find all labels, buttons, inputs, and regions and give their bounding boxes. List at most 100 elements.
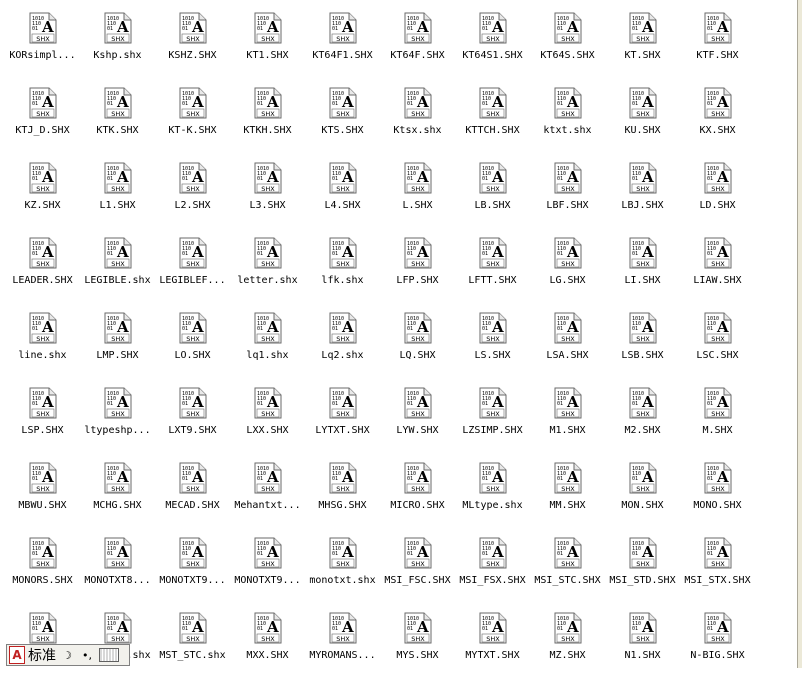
file-item[interactable]: 1010 110 01 A SHX MZ.SHX xyxy=(530,612,605,687)
file-item[interactable]: 1010 110 01 A SHX MON.SHX xyxy=(605,462,680,537)
file-item[interactable]: 1010 110 01 A SHX Kshp.shx xyxy=(80,12,155,87)
file-item[interactable]: 1010 110 01 A SHX KU.SHX xyxy=(605,87,680,162)
file-item[interactable]: 1010 110 01 A SHX MYS.SHX xyxy=(380,612,455,687)
file-item[interactable]: 1010 110 01 A SHX KSHZ.SHX xyxy=(155,12,230,87)
file-item[interactable]: 1010 110 01 A SHX LIAW.SHX xyxy=(680,237,755,312)
file-item[interactable]: 1010 110 01 A SHX lq1.shx xyxy=(230,312,305,387)
file-item[interactable]: 1010 110 01 A SHX MECAD.SHX xyxy=(155,462,230,537)
file-item[interactable]: 1010 110 01 A SHX LYTXT.SHX xyxy=(305,387,380,462)
file-item[interactable]: 1010 110 01 A SHX MM.SHX xyxy=(530,462,605,537)
file-item[interactable]: 1010 110 01 A SHX MICRO.SHX xyxy=(380,462,455,537)
svg-text:A: A xyxy=(266,93,279,111)
file-item[interactable]: 1010 110 01 A SHX ktxt.shx xyxy=(530,87,605,162)
file-item[interactable]: 1010 110 01 A SHX MONORS.SHX xyxy=(5,537,80,612)
svg-text:SHX: SHX xyxy=(486,410,500,418)
file-item[interactable]: 1010 110 01 A SHX LEGIBLEF... xyxy=(155,237,230,312)
file-item[interactable]: 1010 110 01 A SHX KTS.SHX xyxy=(305,87,380,162)
file-item[interactable]: 1010 110 01 A SHX KTKH.SHX xyxy=(230,87,305,162)
file-item[interactable]: 1010 110 01 A SHX L2.SHX xyxy=(155,162,230,237)
file-item[interactable]: 1010 110 01 A SHX N-BIG.SHX xyxy=(680,612,755,687)
file-item[interactable]: 1010 110 01 A SHX MONOTXT8... xyxy=(80,537,155,612)
file-item[interactable]: 1010 110 01 A SHX KORsimpl... xyxy=(5,12,80,87)
file-item[interactable]: 1010 110 01 A SHX KX.SHX xyxy=(680,87,755,162)
file-item[interactable]: 1010 110 01 A SHX LI.SHX xyxy=(605,237,680,312)
file-item[interactable]: 1010 110 01 A SHX LB.SHX xyxy=(455,162,530,237)
file-item[interactable]: 1010 110 01 A SHX KT64F.SHX xyxy=(380,12,455,87)
file-item[interactable]: 1010 110 01 A SHX letter.shx xyxy=(230,237,305,312)
file-item[interactable]: 1010 110 01 A SHX L4.SHX xyxy=(305,162,380,237)
file-item[interactable]: 1010 110 01 A SHX LS.SHX xyxy=(455,312,530,387)
file-item[interactable]: 1010 110 01 A SHX LBJ.SHX xyxy=(605,162,680,237)
file-item[interactable]: 1010 110 01 A SHX line.shx xyxy=(5,312,80,387)
file-item[interactable]: 1010 110 01 A SHX LG.SHX xyxy=(530,237,605,312)
file-item[interactable]: 1010 110 01 A SHX LSP.SHX xyxy=(5,387,80,462)
file-item[interactable]: 1010 110 01 A SHX LEGIBLE.shx xyxy=(80,237,155,312)
file-item[interactable]: 1010 110 01 A SHX MLtype.shx xyxy=(455,462,530,537)
file-item[interactable]: 1010 110 01 A SHX N1.SHX xyxy=(605,612,680,687)
file-item[interactable]: 1010 110 01 A SHX MSI_FSC.SHX xyxy=(380,537,455,612)
file-item[interactable]: 1010 110 01 A SHX lfk.shx xyxy=(305,237,380,312)
file-item[interactable]: 1010 110 01 A SHX LMP.SHX xyxy=(80,312,155,387)
ime-toolbar[interactable]: A 标准 ☽ •, xyxy=(6,644,130,666)
soft-keyboard-icon[interactable] xyxy=(99,648,119,662)
file-item[interactable]: 1010 110 01 A SHX LSB.SHX xyxy=(605,312,680,387)
file-item[interactable]: 1010 110 01 A SHX LO.SHX xyxy=(155,312,230,387)
file-item[interactable]: 1010 110 01 A SHX MYTXT.SHX xyxy=(455,612,530,687)
file-item[interactable]: 1010 110 01 A SHX LXT9.SHX xyxy=(155,387,230,462)
ime-punctuation-icon[interactable]: •, xyxy=(78,647,96,663)
file-item[interactable]: 1010 110 01 A SHX KT64S.SHX xyxy=(530,12,605,87)
file-item[interactable]: 1010 110 01 A SHX KT64S1.SHX xyxy=(455,12,530,87)
file-item[interactable]: 1010 110 01 A SHX KTK.SHX xyxy=(80,87,155,162)
svg-text:SHX: SHX xyxy=(486,335,500,343)
file-item[interactable]: 1010 110 01 A SHX Mehantxt... xyxy=(230,462,305,537)
file-item[interactable]: 1010 110 01 A SHX Ktsx.shx xyxy=(380,87,455,162)
file-item[interactable]: 1010 110 01 A SHX LD.SHX xyxy=(680,162,755,237)
ime-logo-icon[interactable]: A xyxy=(9,646,25,664)
svg-text:A: A xyxy=(341,468,354,486)
file-item[interactable]: 1010 110 01 A SHX monotxt.shx xyxy=(305,537,380,612)
file-item[interactable]: 1010 110 01 A SHX Lq2.shx xyxy=(305,312,380,387)
file-item[interactable]: 1010 110 01 A SHX KTJ_D.SHX xyxy=(5,87,80,162)
file-item[interactable]: 1010 110 01 A SHX MXX.SHX xyxy=(230,612,305,687)
file-item[interactable]: 1010 110 01 A SHX LSC.SHX xyxy=(680,312,755,387)
file-item[interactable]: 1010 110 01 A SHX L1.SHX xyxy=(80,162,155,237)
file-item[interactable]: 1010 110 01 A SHX MCHG.SHX xyxy=(80,462,155,537)
file-item[interactable]: 1010 110 01 A SHX LXX.SHX xyxy=(230,387,305,462)
file-item[interactable]: 1010 110 01 A SHX L.SHX xyxy=(380,162,455,237)
file-item[interactable]: 1010 110 01 A SHX LBF.SHX xyxy=(530,162,605,237)
file-item[interactable]: 1010 110 01 A SHX MYROMANS... xyxy=(305,612,380,687)
file-item[interactable]: 1010 110 01 A SHX KT.SHX xyxy=(605,12,680,87)
file-item[interactable]: 101011001ASHX MST_STC.shx xyxy=(155,612,230,687)
file-item[interactable]: 1010 110 01 A SHX LFP.SHX xyxy=(380,237,455,312)
file-item[interactable]: 1010 110 01 A SHX LQ.SHX xyxy=(380,312,455,387)
file-item[interactable]: 1010 110 01 A SHX KT64F1.SHX xyxy=(305,12,380,87)
file-item[interactable]: 1010 110 01 A SHX MONO.SHX xyxy=(680,462,755,537)
file-item[interactable]: 1010 110 01 A SHX KT-K.SHX xyxy=(155,87,230,162)
file-item[interactable]: 1010 110 01 A SHX LFTT.SHX xyxy=(455,237,530,312)
ime-moon-icon[interactable]: ☽ xyxy=(58,647,76,663)
file-item[interactable]: 1010 110 01 A SHX M2.SHX xyxy=(605,387,680,462)
file-item[interactable]: 1010 110 01 A SHX MBWU.SHX xyxy=(5,462,80,537)
file-item[interactable]: 1010 110 01 A SHX MHSG.SHX xyxy=(305,462,380,537)
file-item[interactable]: 1010 110 01 A SHX M.SHX xyxy=(680,387,755,462)
file-item[interactable]: 1010 110 01 A SHX MSI_FSX.SHX xyxy=(455,537,530,612)
shx-font-file-icon: 1010 110 01 A SHX xyxy=(404,237,432,269)
svg-text:A: A xyxy=(566,93,579,111)
file-item[interactable]: 1010 110 01 A SHX KZ.SHX xyxy=(5,162,80,237)
file-item[interactable]: 1010 110 01 A SHX KTF.SHX xyxy=(680,12,755,87)
file-item[interactable]: 1010 110 01 A SHX LZSIMP.SHX xyxy=(455,387,530,462)
file-item[interactable]: 1010 110 01 A SHX LEADER.SHX xyxy=(5,237,80,312)
file-item[interactable]: 1010 110 01 A SHX M1.SHX xyxy=(530,387,605,462)
file-item[interactable]: 1010 110 01 A SHX KT1.SHX xyxy=(230,12,305,87)
file-item[interactable]: 1010 110 01 A SHX MONOTXT9... xyxy=(230,537,305,612)
file-item[interactable]: 1010 110 01 A SHX L3.SHX xyxy=(230,162,305,237)
file-item[interactable]: 1010 110 01 A SHX ltypeshp... xyxy=(80,387,155,462)
file-item[interactable]: 1010 110 01 A SHX LSA.SHX xyxy=(530,312,605,387)
file-item[interactable]: 1010 110 01 A SHX MSI_STC.SHX xyxy=(530,537,605,612)
file-item[interactable]: 1010 110 01 A SHX LYW.SHX xyxy=(380,387,455,462)
file-item[interactable]: 1010 110 01 A SHX MSI_STX.SHX xyxy=(680,537,755,612)
ime-mode-label[interactable]: 标准 xyxy=(28,645,56,665)
file-item[interactable]: 1010 110 01 A SHX KTTCH.SHX xyxy=(455,87,530,162)
file-item[interactable]: 1010 110 01 A SHX MSI_STD.SHX xyxy=(605,537,680,612)
file-item[interactable]: 1010 110 01 A SHX MONOTXT9... xyxy=(155,537,230,612)
